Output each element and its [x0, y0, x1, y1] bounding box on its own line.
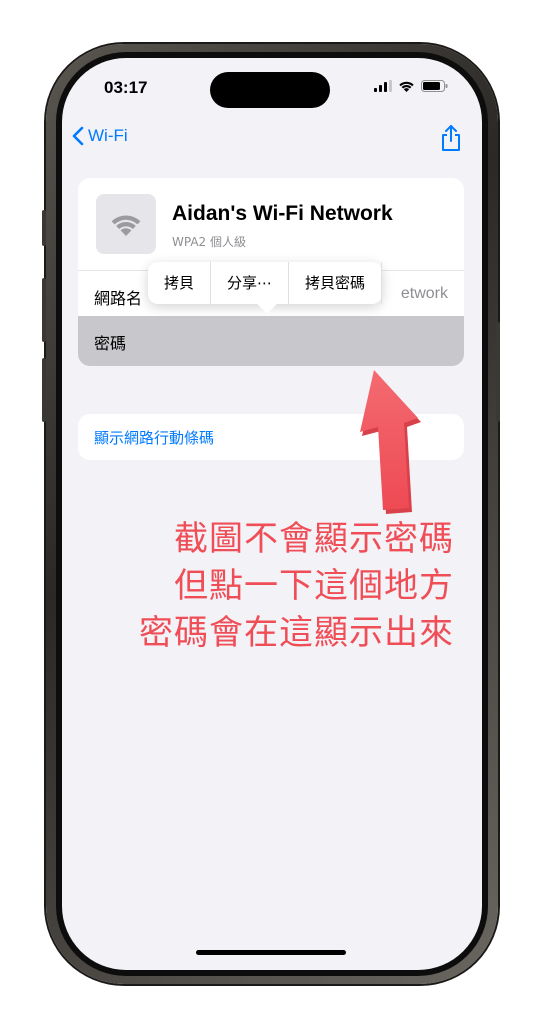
dynamic-island — [210, 72, 330, 108]
wifi-network-thumbnail — [96, 194, 156, 254]
volume-up-button — [42, 278, 46, 342]
wifi-icon — [111, 215, 141, 236]
status-bar: 03:17 — [62, 58, 482, 118]
action-button — [42, 210, 46, 246]
annotation-line: 密碼會在這顯示出來 — [139, 613, 454, 653]
copy-password-button[interactable]: 拷貝密碼 — [289, 262, 383, 304]
back-button[interactable]: Wi-Fi — [72, 126, 128, 146]
status-time: 03:17 — [104, 78, 148, 97]
password-row[interactable]: 密碼 — [78, 316, 464, 366]
network-name: Aidan's Wi-Fi Network — [172, 202, 393, 225]
annotation-line: 但點一下這個地方 — [174, 566, 454, 606]
share-menu-button[interactable]: 分享⋯ — [211, 262, 290, 304]
share-button[interactable] — [440, 124, 462, 156]
annotation-line: 截圖不會顯示密碼 — [174, 519, 454, 559]
annotation-text: 截圖不會顯示密碼 但點一下這個地方 密碼會在這顯示出來 — [60, 516, 454, 657]
cellular-signal-icon — [374, 80, 392, 92]
copy-button[interactable]: 拷貝 — [148, 262, 212, 304]
password-row-label: 密碼 — [94, 334, 127, 353]
network-name-row-label: 網路名 — [94, 289, 143, 308]
network-security-type: WPA2 個人級 — [172, 235, 246, 249]
volume-down-button — [42, 358, 46, 422]
navigation-bar: Wi-Fi — [62, 122, 482, 162]
wifi-status-icon — [399, 81, 414, 92]
network-name-row-value: etwork — [400, 285, 448, 302]
show-qr-code-link[interactable]: 顯示網路行動條碼 — [94, 427, 214, 448]
home-indicator — [196, 950, 346, 955]
power-button — [496, 322, 500, 422]
chevron-left-icon — [72, 126, 84, 146]
copy-menu-popover: 拷貝 分享⋯ 拷貝密碼 — [148, 262, 383, 314]
share-icon — [442, 125, 460, 151]
back-button-label: Wi-Fi — [88, 126, 128, 145]
battery-icon — [421, 80, 448, 92]
status-icons — [374, 80, 448, 92]
annotation-arrow-icon — [360, 370, 421, 514]
